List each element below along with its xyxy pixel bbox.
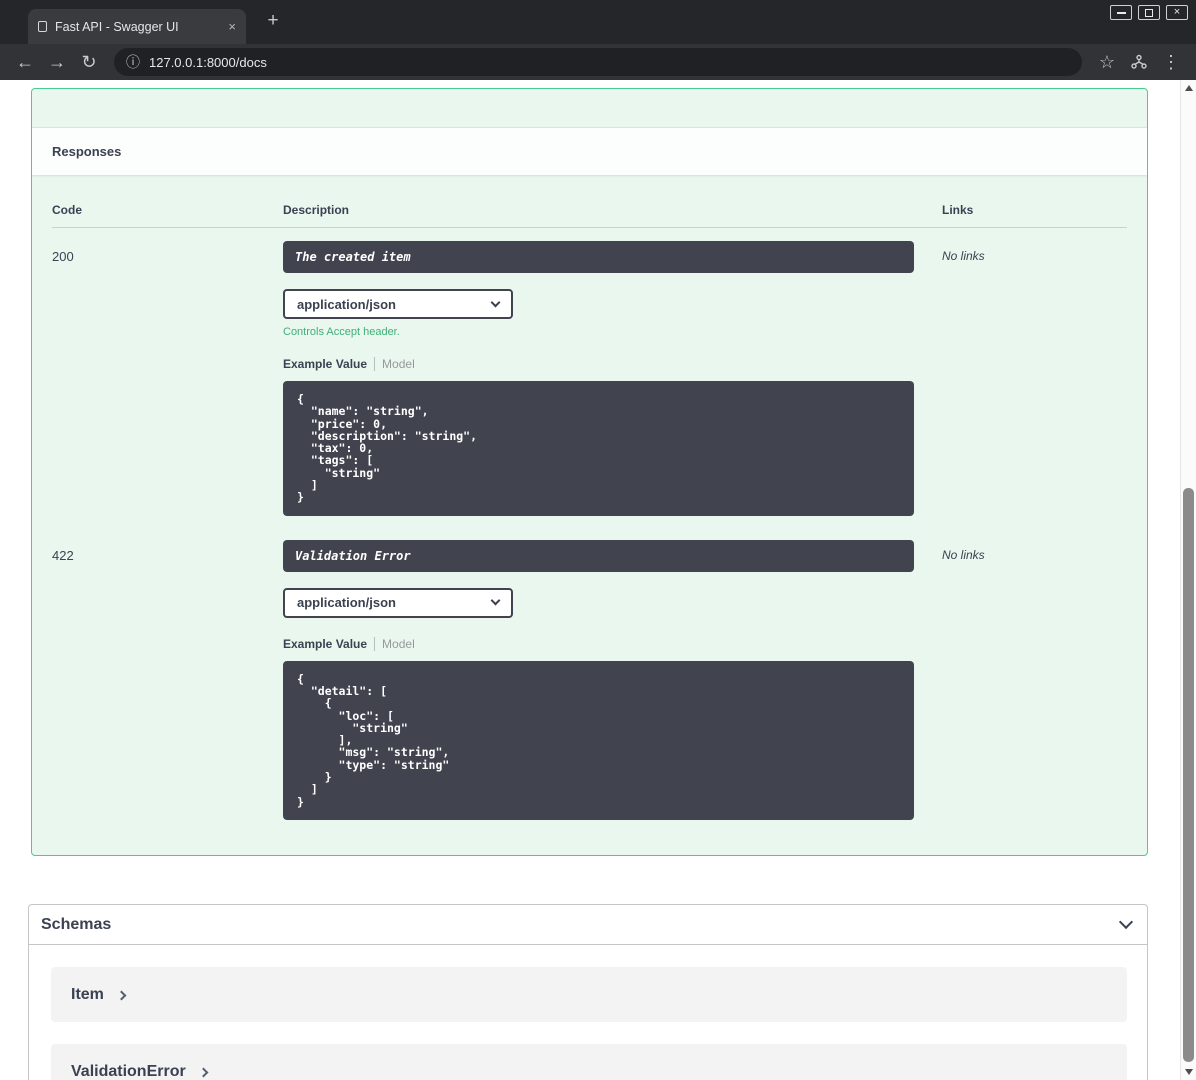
accept-header-note: Controls Accept header. <box>283 326 400 338</box>
tab-example-value[interactable]: Example Value <box>283 637 367 651</box>
close-button[interactable]: × <box>1166 5 1188 20</box>
responses-gap <box>32 89 1147 127</box>
media-type-value: application/json <box>297 296 396 312</box>
maximize-button[interactable] <box>1138 5 1160 20</box>
browser-toolbar: ← → ↻ ⓘ 127.0.0.1:8000/docs ☆ ⋮ <box>0 44 1196 80</box>
example-json-block: { "name": "string", "price": 0, "descrip… <box>283 381 914 516</box>
back-button[interactable]: ← <box>10 48 40 76</box>
example-model-tabs: Example Value Model <box>283 636 914 651</box>
schema-name: Item <box>71 985 104 1003</box>
col-code: Code <box>52 203 82 217</box>
schema-item[interactable]: Item <box>51 967 1127 1022</box>
reload-button[interactable]: ↻ <box>74 48 104 76</box>
extensions-icon[interactable] <box>1124 48 1154 76</box>
tab-example-value[interactable]: Example Value <box>283 357 367 371</box>
chevron-right-icon <box>198 1067 209 1077</box>
example-model-tabs: Example Value Model <box>283 357 914 371</box>
response-row-422: 422 Validation Error application/json Ex… <box>52 527 1127 820</box>
responses-header: Responses <box>32 127 1147 175</box>
minimize-button[interactable] <box>1110 5 1132 20</box>
tab-close-icon[interactable]: × <box>228 20 236 33</box>
responses-table: Code Description Links 200 The created i… <box>32 175 1147 820</box>
chevron-down-icon[interactable] <box>1118 914 1134 930</box>
response-code: 200 <box>52 249 74 264</box>
chevron-down-icon <box>490 297 501 307</box>
response-description-cell: Validation Error application/json Exampl… <box>283 539 914 820</box>
media-type-select[interactable]: application/json <box>283 289 513 319</box>
maximize-icon <box>1145 8 1153 17</box>
window-controls: × <box>1110 5 1188 20</box>
scroll-down-arrow[interactable] <box>1181 1064 1196 1080</box>
close-icon: × <box>1173 6 1181 18</box>
response-description-cell: The created item application/json Contro… <box>283 241 914 516</box>
tabs-divider <box>374 636 376 651</box>
schemas-section: Schemas Item ValidationError <box>28 904 1148 1080</box>
triangle-up-icon <box>1185 85 1193 91</box>
address-bar[interactable]: ⓘ 127.0.0.1:8000/docs <box>114 48 1082 76</box>
browser-menu-icon[interactable]: ⋮ <box>1156 48 1186 76</box>
page-icon <box>38 21 47 32</box>
media-type-value: application/json <box>297 595 396 611</box>
media-type-select[interactable]: application/json <box>283 587 513 618</box>
schema-name: ValidationError <box>71 1062 186 1080</box>
tab-model[interactable]: Model <box>382 357 415 371</box>
tabs-divider <box>374 357 376 371</box>
browser-titlebar: Fast API - Swagger UI × + × <box>0 0 1196 44</box>
example-json-block: { "detail": [ { "loc": [ "string" ], "ms… <box>283 660 914 820</box>
schemas-header[interactable]: Schemas <box>29 905 1147 945</box>
new-tab-button[interactable]: + <box>260 8 286 34</box>
vertical-scrollbar[interactable] <box>1180 80 1196 1080</box>
forward-button[interactable]: → <box>42 48 72 76</box>
response-code: 422 <box>52 547 74 563</box>
responses-section: Responses Code Description Links 200 The… <box>31 88 1148 856</box>
triangle-down-icon <box>1185 1069 1193 1075</box>
chevron-right-icon <box>116 990 127 1000</box>
col-links: Links <box>942 203 974 217</box>
schemas-title: Schemas <box>41 915 112 933</box>
browser-tab[interactable]: Fast API - Swagger UI × <box>28 9 246 44</box>
scrollbar-thumb[interactable] <box>1183 488 1194 1062</box>
responses-title: Responses <box>52 144 122 159</box>
schema-validationerror[interactable]: ValidationError <box>51 1044 1127 1080</box>
url-text[interactable]: 127.0.0.1:8000/docs <box>149 55 267 70</box>
response-links: No links <box>942 249 985 263</box>
scroll-up-arrow[interactable] <box>1181 80 1196 96</box>
response-description: Validation Error <box>283 539 914 572</box>
tab-model[interactable]: Model <box>382 637 415 651</box>
schemas-list: Item ValidationError <box>29 945 1147 1080</box>
bookmark-star-icon[interactable]: ☆ <box>1092 48 1122 76</box>
col-description: Description <box>283 203 350 217</box>
swagger-page: Responses Code Description Links 200 The… <box>0 80 1196 1080</box>
response-links: No links <box>942 547 985 562</box>
minimize-icon <box>1116 11 1126 14</box>
site-info-icon[interactable]: ⓘ <box>126 52 140 72</box>
tab-title: Fast API - Swagger UI <box>55 19 179 34</box>
chevron-down-icon <box>490 595 501 606</box>
response-row-200: 200 The created item application/json Co… <box>52 228 1127 516</box>
responses-table-head: Code Description Links <box>52 175 1127 228</box>
response-description: The created item <box>283 241 914 273</box>
